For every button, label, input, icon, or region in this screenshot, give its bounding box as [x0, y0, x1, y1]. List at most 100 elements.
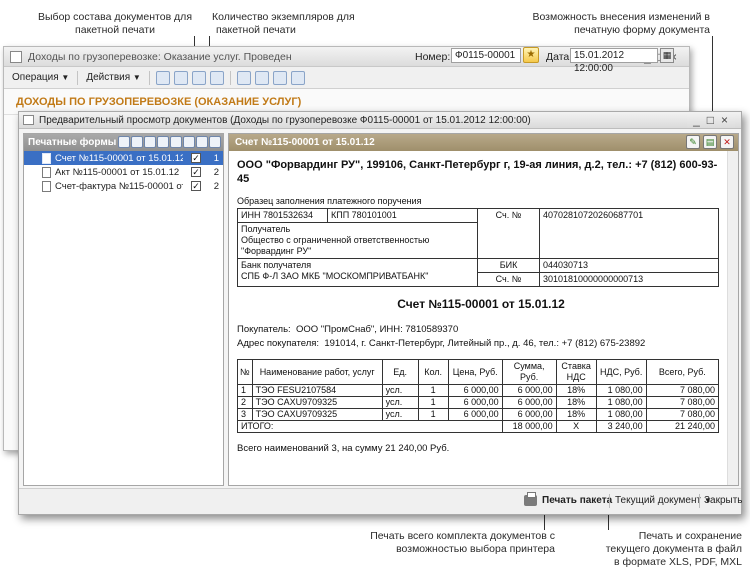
callout-save-current: Печать и сохранение текущего документа в…	[605, 530, 742, 568]
print-package-button[interactable]: Печать пакета	[524, 492, 612, 506]
buyer-value: ООО "ПромСнаб", ИНН: 7810589370	[295, 324, 459, 335]
delete-icon[interactable]	[157, 136, 169, 148]
column-header: Кол.	[417, 359, 449, 385]
bank-cell: Банк получателя СПБ Ф-Л ЗАО МКБ "МОСКОМП…	[237, 258, 478, 287]
print-forms-title: Печатные формы	[28, 137, 117, 148]
bank-details-table: ИНН 7801532634 КПП 780101001 Сч. № 40702…	[237, 208, 719, 287]
toolbar-separator	[77, 70, 79, 85]
window-controls[interactable]: _□×	[687, 112, 735, 128]
document-preview-panel: Счет №115-00001 от 15.01.12 ✎ ▤ ✕ ООО "Ф…	[228, 133, 739, 486]
reset-icon[interactable]: ✕	[720, 135, 734, 149]
table-row: 3 ТЭО CAXU9709325 усл. 1 6 000,00 6 000,…	[237, 408, 720, 421]
column-header: №	[237, 359, 253, 385]
bottom-separator	[699, 494, 700, 508]
column-header: Всего, Руб.	[645, 359, 720, 385]
table-row: 2 ТЭО CAXU9709325 усл. 1 6 000,00 6 000,…	[237, 396, 720, 409]
callout-edit: Возможность внесения изменений в печатну…	[532, 11, 710, 36]
report-icon[interactable]	[254, 70, 269, 85]
column-header: Наименование работ, услуг	[251, 359, 383, 385]
preview-header: Счет №115-00001 от 15.01.12 ✎ ▤ ✕	[229, 134, 738, 151]
refresh-icon[interactable]	[191, 70, 206, 85]
check-all-icon[interactable]	[196, 136, 208, 148]
address-label: Адрес покупателя:	[237, 338, 320, 349]
copy-icon[interactable]	[131, 136, 143, 148]
column-header: Ставка НДС	[555, 359, 597, 385]
callout-batch-composition: Выбор состава документов для пакетной пе…	[38, 11, 192, 36]
preview-window-titlebar: Предварительный просмотр документов (Дох…	[19, 112, 741, 129]
print-form-copies[interactable]: 1	[205, 153, 219, 164]
callout-copies: Количество экземпляров для пакетной печа…	[212, 11, 355, 36]
star-icon[interactable]: ★	[523, 47, 539, 63]
column-header: НДС, Руб.	[595, 359, 647, 385]
callout-print-all: Печать всего комплекта документов с возм…	[370, 530, 555, 555]
print-form-name: Счет №115-00001 от 15.01.12	[55, 152, 183, 164]
move-up-icon[interactable]	[170, 136, 182, 148]
printer-window-icon	[23, 115, 34, 125]
chevron-down-icon: ▼	[61, 73, 70, 82]
print-form-checkbox[interactable]: ✓	[191, 167, 201, 177]
uncheck-all-icon[interactable]	[209, 136, 221, 148]
actions-menu[interactable]: Действия ▼	[82, 72, 145, 83]
number-label: Номер:	[415, 51, 451, 63]
date-label: Дата:	[546, 51, 573, 63]
preview-toolbar: ✎ ▤ ✕	[686, 135, 734, 149]
window-icon	[10, 51, 22, 63]
table-row: 1 ТЭО FESU2107584 усл. 1 6 000,00 6 000,…	[237, 384, 720, 397]
table-header-row: № Наименование работ, услуг Ед. Кол. Цен…	[237, 359, 720, 385]
print-form-item[interactable]: Акт №115-00001 от 15.01.12 ✓ 2	[24, 165, 223, 179]
send-icon[interactable]	[290, 70, 305, 85]
preview-window-title: Предварительный просмотр документов (Дох…	[39, 115, 531, 126]
move-down-icon[interactable]	[183, 136, 195, 148]
document-window-title: Доходы по грузоперевозке: Оказание услуг…	[28, 51, 292, 63]
account-label-cell: Сч. №	[477, 208, 540, 259]
save-icon[interactable]	[155, 70, 170, 85]
current-document-menu[interactable]: Текущий документ ▼	[615, 495, 712, 506]
buyer-block: Покупатель: ООО "ПромСнаб", ИНН: 7810589…	[237, 323, 725, 351]
bottom-separator	[609, 494, 610, 508]
print-form-name: Счет-фактура №115-00001 от 1...	[55, 180, 183, 192]
preview-scrollbar[interactable]	[727, 151, 738, 485]
document-icon	[42, 152, 51, 164]
preview-document-title: Счет №115-00001 от 15.01.12	[235, 137, 375, 148]
print-form-copies[interactable]: 2	[205, 167, 219, 178]
kpp-cell: КПП 780101001	[327, 208, 478, 223]
print-form-checkbox[interactable]: ✓	[191, 153, 201, 163]
table-icon[interactable]	[236, 70, 251, 85]
account-value-cell: 40702810720260687701	[539, 208, 719, 259]
structure-icon[interactable]	[209, 70, 224, 85]
print-form-item[interactable]: Счет-фактура №115-00001 от 1... ✓ 2	[24, 179, 223, 193]
save-icon[interactable]: ▤	[703, 135, 717, 149]
print-form-name: Акт №115-00001 от 15.01.12	[55, 166, 180, 178]
copy-icon[interactable]	[272, 70, 287, 85]
invoice-items-table: № Наименование работ, услуг Ед. Кол. Цен…	[237, 359, 720, 433]
address-value: 191014, г. Санкт-Петербург, Литейный пр.…	[324, 338, 646, 349]
print-forms-panel: Печатные формы Счет №115-00001 от 15.01.…	[23, 133, 224, 486]
column-header: Цена, Руб.	[447, 359, 503, 385]
seller-info: ООО "Форвардинг РУ", 199106, Санкт-Петер…	[237, 159, 718, 185]
search-icon[interactable]	[118, 136, 130, 148]
column-header: Ед.	[381, 359, 419, 385]
print-form-checkbox[interactable]: ✓	[191, 181, 201, 191]
date-field[interactable]: 15.01.2012 12:00:00	[570, 48, 658, 74]
corr-label-cell: Сч. №	[477, 272, 540, 287]
add-icon[interactable]	[144, 136, 156, 148]
preview-bottom-bar: Печать пакета Текущий документ ▼ Закрыть	[19, 488, 743, 514]
corr-value-cell: 30101810000000000713	[539, 272, 719, 287]
number-field[interactable]: Ф0115-00001	[451, 48, 521, 63]
print-form-item[interactable]: Счет №115-00001 от 15.01.12 ✓ 1	[24, 151, 223, 165]
print-form-copies[interactable]: 2	[205, 181, 219, 192]
document-type-title: ДОХОДЫ ПО ГРУЗОПЕРЕВОЗКЕ (ОКАЗАНИЕ УСЛУГ…	[16, 95, 302, 108]
edit-icon[interactable]: ✎	[686, 135, 700, 149]
recipient-cell: Получатель Общество с ограниченной ответ…	[237, 222, 478, 259]
post-icon[interactable]	[173, 70, 188, 85]
close-button[interactable]: Закрыть	[704, 495, 743, 506]
operations-menu[interactable]: Операция ▼	[8, 72, 73, 83]
preview-window: Предварительный просмотр документов (Дох…	[18, 111, 743, 515]
print-forms-header: Печатные формы	[24, 134, 223, 151]
buyer-label: Покупатель:	[237, 324, 291, 335]
document-icon	[42, 166, 51, 178]
toolbar-separator	[148, 70, 150, 85]
invoice-title: Счет №115-00001 от 15.01.12	[397, 297, 565, 311]
calendar-icon[interactable]: ▦	[660, 48, 674, 63]
bik-label-cell: БИК	[477, 258, 540, 273]
